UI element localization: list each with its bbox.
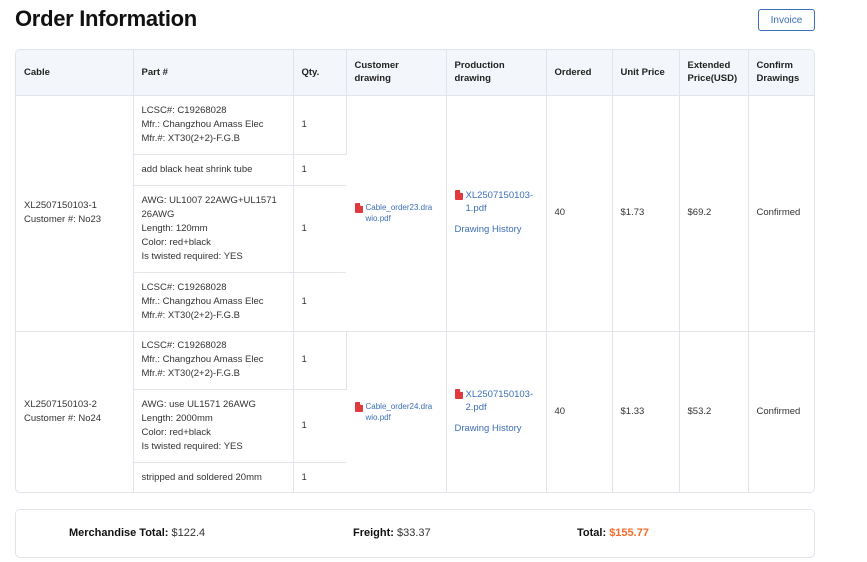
- qty-cell: 1: [293, 331, 347, 390]
- drawing-history-link[interactable]: Drawing History: [455, 223, 538, 237]
- table-row: XL2507150103-2 Customer #: No24 LCSC#: C…: [16, 331, 814, 492]
- invoice-button[interactable]: Invoice: [758, 9, 815, 31]
- drawing-history-link[interactable]: Drawing History: [455, 422, 538, 436]
- unit-price-cell: $1.73: [612, 95, 680, 332]
- ordered-cell: 40: [546, 95, 613, 332]
- production-drawing-link[interactable]: XL2507150103-1.pdf: [454, 189, 538, 215]
- production-drawing-filename: XL2507150103-2.pdf: [465, 389, 534, 413]
- table-header-row: Cable Part # Qty. Customer drawing Produ…: [16, 50, 814, 96]
- qty-cell: 1: [293, 185, 346, 273]
- part-cell: LCSC#: C19268028 Mfr.: Changzhou Amass E…: [133, 272, 294, 332]
- customer-drawing-link[interactable]: Cable_order23.drawio.pdf: [354, 202, 438, 224]
- grand-total-value: $155.77: [609, 527, 649, 539]
- cable-cell: XL2507150103-2 Customer #: No24: [16, 331, 134, 492]
- pdf-file-icon: [354, 203, 363, 213]
- pdf-file-icon: [454, 190, 463, 200]
- freight-total: Freight: $33.37: [353, 527, 431, 539]
- extended-price-cell: $69.2: [679, 95, 749, 332]
- production-drawing-filename: XL2507150103-1.pdf: [465, 190, 534, 214]
- cable-cell: XL2507150103-1 Customer #: No23: [16, 95, 134, 332]
- customer-drawing-cell: Cable_order24.drawio.pdf: [346, 331, 447, 492]
- part-cell: AWG: UL1007 22AWG+UL1571 26AWG Length: 1…: [133, 185, 294, 273]
- confirm-status: Confirmed: [748, 95, 814, 332]
- customer-drawing-link[interactable]: Cable_order24.drawio.pdf: [354, 401, 438, 423]
- qty-cell: 1: [293, 272, 346, 332]
- production-drawing-link[interactable]: XL2507150103-2.pdf: [454, 388, 538, 414]
- qty-cell: 1: [301, 471, 307, 483]
- extended-price-cell: $53.2: [679, 331, 749, 492]
- merchandise-total: Merchandise Total: $122.4: [69, 527, 205, 539]
- page-title: Order Information: [15, 6, 197, 31]
- confirm-status: Confirmed: [748, 331, 814, 492]
- qty-cell: 1: [293, 389, 346, 463]
- unit-price-cell: $1.33: [612, 331, 680, 492]
- ordered-cell: 40: [546, 331, 613, 492]
- qty-cell: 1: [293, 154, 346, 186]
- part-cell: LCSC#: C19268028 Mfr.: Changzhou Amass E…: [133, 95, 294, 155]
- customer-drawing-cell: Cable_order23.drawio.pdf: [346, 95, 447, 332]
- header-qty: Qty.: [293, 50, 347, 96]
- header-confirm: Confirm Drawings: [748, 50, 814, 96]
- header-production-drawing: Production drawing: [446, 50, 547, 96]
- qty-cell: 1: [293, 95, 347, 155]
- part-cell: AWG: use UL1571 26AWG Length: 2000mm Col…: [133, 389, 294, 463]
- header-ordered: Ordered: [546, 50, 613, 96]
- header-cable: Cable: [16, 50, 134, 96]
- production-drawing-cell: XL2507150103-2.pdf Drawing History: [446, 331, 547, 492]
- table-row: XL2507150103-1 Customer #: No23 LCSC#: C…: [16, 95, 814, 332]
- freight-value: $33.37: [397, 527, 431, 539]
- header-extended-price: Extended Price(USD): [679, 50, 749, 96]
- merchandise-total-label: Merchandise Total:: [69, 527, 169, 539]
- freight-label: Freight:: [353, 527, 394, 539]
- part-cell: LCSC#: C19268028 Mfr.: Changzhou Amass E…: [133, 331, 294, 390]
- header-unit-price: Unit Price: [612, 50, 680, 96]
- order-totals: Merchandise Total: $122.4 Freight: $33.3…: [15, 509, 815, 558]
- grand-total-label: Total:: [577, 527, 607, 539]
- customer-drawing-filename: Cable_order23.drawio.pdf: [365, 203, 433, 223]
- grand-total: Total: $155.77: [577, 527, 649, 539]
- pdf-file-icon: [454, 389, 463, 399]
- order-table: Cable Part # Qty. Customer drawing Produ…: [15, 49, 815, 493]
- customer-drawing-filename: Cable_order24.drawio.pdf: [365, 402, 433, 422]
- merchandise-total-value: $122.4: [171, 527, 206, 539]
- header-part: Part #: [133, 50, 294, 96]
- part-cell: add black heat shrink tube: [133, 154, 294, 186]
- header-customer-drawing: Customer drawing: [346, 50, 447, 96]
- production-drawing-cell: XL2507150103-1.pdf Drawing History: [446, 95, 547, 332]
- part-cell: stripped and soldered 20mm: [133, 462, 294, 492]
- pdf-file-icon: [354, 402, 363, 412]
